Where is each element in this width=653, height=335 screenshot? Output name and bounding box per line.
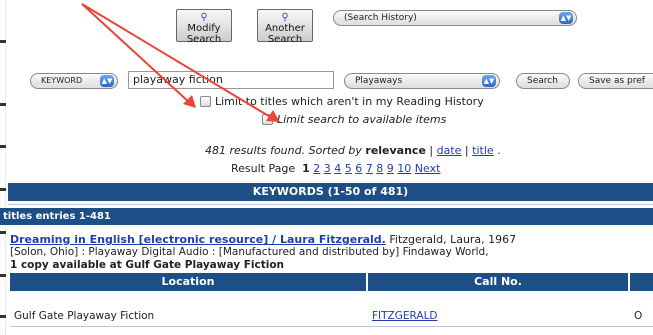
annotation-arrow-line <box>81 3 273 119</box>
annotation-arrows <box>81 3 280 122</box>
annotation-arrowhead <box>183 95 196 108</box>
annotation-arrow-line <box>81 3 191 104</box>
